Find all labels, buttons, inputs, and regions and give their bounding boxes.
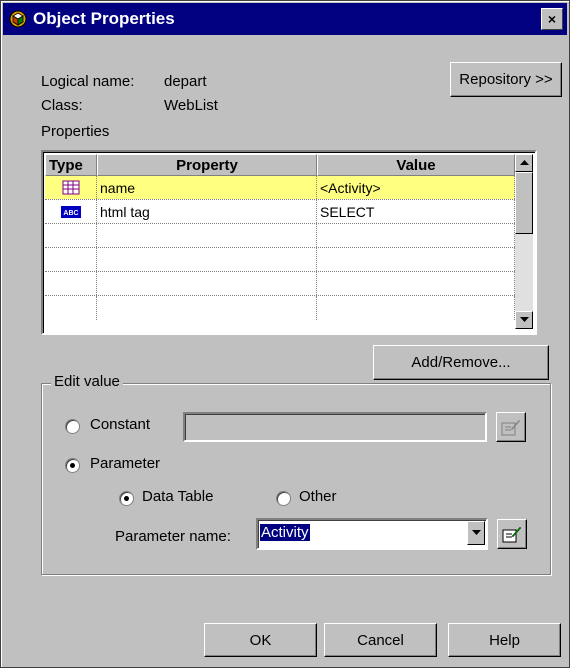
value-cell: <Activity> xyxy=(317,176,515,199)
column-header-type[interactable]: Type xyxy=(45,154,97,176)
edit-value-group-title: Edit value xyxy=(51,373,123,390)
table-row[interactable] xyxy=(45,248,515,272)
cancel-button[interactable]: Cancel xyxy=(324,623,437,657)
properties-table[interactable]: Type Property Value name <Activity> ABC … xyxy=(41,150,537,335)
table-header: Type Property Value xyxy=(45,154,515,176)
data-table-radio[interactable] xyxy=(119,491,134,506)
property-cell: html tag xyxy=(97,200,317,223)
window-title: Object Properties xyxy=(33,9,175,28)
other-label[interactable]: Other xyxy=(299,488,337,505)
data-table-label[interactable]: Data Table xyxy=(142,488,213,505)
type-cell xyxy=(45,176,97,199)
column-header-property[interactable]: Property xyxy=(97,154,317,176)
properties-label: Properties xyxy=(41,123,110,140)
constant-radio[interactable] xyxy=(65,419,80,434)
parameter-name-label: Parameter name: xyxy=(115,528,231,545)
logical-name-label: Logical name: xyxy=(41,73,135,90)
close-icon: × xyxy=(547,11,557,27)
object-properties-dialog: Object Properties × Logical name: depart… xyxy=(0,0,570,668)
edit-pencil-icon xyxy=(501,420,520,436)
class-label: Class: xyxy=(41,97,83,114)
property-cell: name xyxy=(97,176,317,199)
column-header-value[interactable]: Value xyxy=(317,154,515,176)
scroll-thumb[interactable] xyxy=(515,172,533,234)
class-value: WebList xyxy=(164,97,218,114)
scroll-up-button[interactable] xyxy=(515,154,533,172)
chevron-down-icon xyxy=(471,530,481,535)
table-row[interactable] xyxy=(45,224,515,248)
object-cube-icon xyxy=(9,10,27,28)
table-row[interactable]: name <Activity> xyxy=(45,176,515,200)
ok-button[interactable]: OK xyxy=(204,623,317,657)
type-cell: ABC xyxy=(45,200,97,223)
value-cell: SELECT xyxy=(317,200,515,223)
help-button[interactable]: Help xyxy=(448,623,561,657)
constant-label[interactable]: Constant xyxy=(90,416,150,433)
svg-text:ABC: ABC xyxy=(63,210,78,217)
constant-edit-button xyxy=(496,412,526,442)
logical-name-value: depart xyxy=(164,73,207,90)
table-row[interactable] xyxy=(45,272,515,296)
close-button[interactable]: × xyxy=(541,8,563,30)
arrow-down-icon xyxy=(519,317,529,322)
parameter-edit-button[interactable] xyxy=(497,519,527,549)
abc-icon: ABC xyxy=(60,205,81,218)
table-rows: name <Activity> ABC html tag SELECT xyxy=(45,176,515,320)
table-icon xyxy=(62,180,79,194)
parameter-name-value[interactable]: Activity xyxy=(260,524,310,541)
repository-button[interactable]: Repository >> xyxy=(450,62,562,97)
add-remove-button[interactable]: Add/Remove... xyxy=(373,345,549,380)
parameter-name-combobox[interactable]: Activity xyxy=(256,518,488,550)
table-scrollbar[interactable] xyxy=(515,154,533,329)
parameter-radio[interactable] xyxy=(65,458,80,473)
other-radio[interactable] xyxy=(276,491,291,506)
table-row[interactable]: ABC html tag SELECT xyxy=(45,200,515,224)
edit-pencil-icon xyxy=(502,526,522,543)
constant-value-field xyxy=(183,412,487,442)
table-row[interactable] xyxy=(45,296,515,320)
scroll-down-button[interactable] xyxy=(515,311,533,329)
dropdown-button[interactable] xyxy=(467,521,485,545)
title-bar[interactable]: Object Properties × xyxy=(3,3,567,35)
arrow-up-icon xyxy=(519,160,529,165)
parameter-label[interactable]: Parameter xyxy=(90,455,160,472)
